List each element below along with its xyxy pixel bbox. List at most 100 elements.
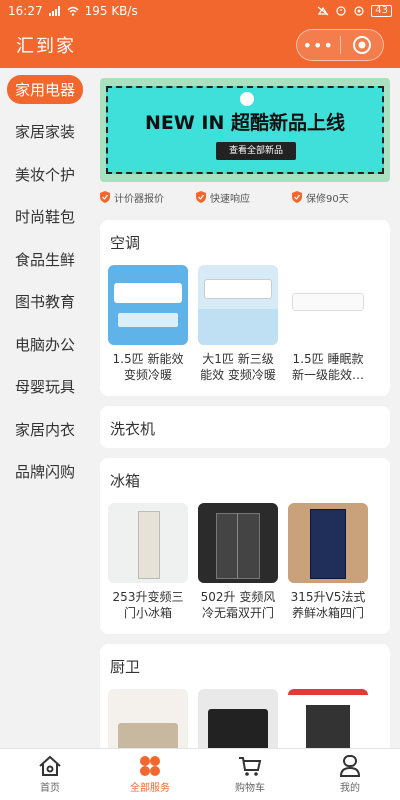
cart-icon — [239, 757, 262, 776]
sidebar-item-books[interactable]: 图书教育 — [0, 281, 90, 324]
sidebar-item-food[interactable]: 食品生鲜 — [0, 238, 90, 281]
category-title[interactable]: 空调 — [100, 220, 390, 265]
sidebar-item-baby-toys[interactable]: 母婴玩具 — [0, 366, 90, 409]
category-sidebar: 家用电器 家居家装 美妆个护 时尚鞋包 食品生鲜 图书教育 电脑办公 母婴玩具 … — [0, 68, 90, 748]
status-bar: 16:27 195 KB/s 43 — [0, 0, 400, 22]
sidebar-item-label: 美妆个护 — [14, 165, 75, 184]
tab-profile[interactable]: 我的 — [300, 749, 400, 800]
promise-item: 计价器报价 — [100, 190, 196, 205]
sidebar-item-appliances[interactable]: 家用电器 — [0, 68, 90, 111]
sidebar-item-flash-sale[interactable]: 品牌闪购 — [0, 451, 90, 494]
tab-label: 首页 — [40, 783, 60, 794]
tab-all-services[interactable]: 全部服务 — [100, 749, 200, 800]
tab-label: 我的 — [340, 783, 360, 794]
settings-icon — [354, 6, 364, 16]
alarm-icon — [336, 6, 346, 16]
app-title: 汇到家 — [16, 36, 76, 57]
sidebar-item-label: 时尚鞋包 — [14, 208, 75, 227]
shield-check-icon — [100, 191, 110, 203]
product-name: 大1匹 新三级能效 变频冷暖 — [200, 352, 276, 382]
tab-label: 购物车 — [235, 783, 265, 794]
category-card-air-conditioner: 空调 1.5匹 新能效 变频冷暖 大1匹 新三级能效 变频冷暖 1.5匹 睡眠款… — [100, 220, 390, 396]
product-name: 1.5匹 睡眠款 新一级能效… — [291, 352, 364, 382]
shield-check-icon — [196, 191, 206, 203]
product-image — [288, 503, 368, 583]
tab-cart[interactable]: 购物车 — [200, 749, 300, 800]
sidebar-item-underwear[interactable]: 家居内衣 — [0, 408, 90, 451]
title-bar: 汇到家 ••• — [0, 22, 400, 68]
sidebar-item-label: 品牌闪购 — [14, 463, 75, 482]
category-card-refrigerator: 冰箱 253升变频三门小冰箱 502升 变频风冷无霜双开门 315升V5法式养鲜… — [100, 458, 390, 634]
sidebar-item-fashion[interactable]: 时尚鞋包 — [0, 196, 90, 239]
close-target-icon — [352, 36, 371, 54]
category-title[interactable]: 洗衣机 — [100, 406, 390, 451]
service-promises: 计价器报价 快速响应 保修90天 — [100, 188, 390, 206]
sidebar-item-label: 母婴玩具 — [14, 378, 75, 397]
sidebar-item-label: 家居家装 — [14, 123, 75, 142]
sidebar-item-label: 家用电器 — [6, 74, 83, 104]
product-list: 253升变频三门小冰箱 502升 变频风冷无霜双开门 315升V5法式养鲜冰箱四… — [100, 503, 390, 621]
tab-home[interactable]: 首页 — [0, 749, 100, 800]
promise-label: 快速响应 — [210, 193, 250, 205]
network-speed: 195 KB/s — [84, 4, 138, 18]
promise-item: 快速响应 — [196, 190, 292, 205]
bottom-tab-bar: 首页 全部服务 购物车 我的 — [0, 748, 400, 800]
sidebar-item-label: 家居内衣 — [14, 420, 75, 439]
product-image — [108, 503, 188, 583]
product-item[interactable]: 502升 变频风冷无霜双开门 — [198, 503, 278, 621]
sidebar-item-label: 食品生鲜 — [14, 250, 75, 269]
category-card-kitchen-bath: 厨卫 — [100, 644, 390, 748]
product-item[interactable]: 1.5匹 睡眠款 新一级能效… — [288, 265, 368, 383]
promise-label: 保修90天 — [306, 193, 349, 205]
mini-program-capsule: ••• — [296, 29, 384, 61]
signal-icon — [48, 6, 60, 16]
promise-label: 计价器报价 — [114, 193, 164, 205]
banner-frame: NEW IN 超酷新品上线 查看全部新品 — [106, 86, 384, 174]
status-time: 16:27 — [8, 4, 43, 18]
product-image — [288, 265, 368, 345]
category-card-washing-machine: 洗衣机 — [100, 406, 390, 448]
product-image — [198, 265, 278, 345]
promo-banner[interactable]: NEW IN 超酷新品上线 查看全部新品 — [100, 78, 390, 182]
product-item[interactable] — [288, 689, 368, 748]
sidebar-item-beauty[interactable]: 美妆个护 — [0, 153, 90, 196]
services-grid-icon — [140, 756, 160, 776]
sidebar-item-computers[interactable]: 电脑办公 — [0, 323, 90, 366]
product-image — [198, 689, 278, 748]
product-item[interactable]: 大1匹 新三级能效 变频冷暖 — [198, 265, 278, 383]
more-menu-button[interactable]: ••• — [297, 36, 340, 55]
promise-item: 保修90天 — [292, 190, 388, 205]
category-title[interactable]: 厨卫 — [100, 644, 390, 689]
mute-icon — [317, 6, 329, 16]
lightbulb-icon — [240, 92, 254, 106]
home-icon — [39, 755, 61, 776]
main-content: NEW IN 超酷新品上线 查看全部新品 计价器报价 快速响应 保修90天 空调 — [90, 68, 400, 748]
product-image — [288, 689, 368, 748]
shield-check-icon — [292, 191, 302, 203]
close-button[interactable] — [341, 35, 384, 55]
product-name: 315升V5法式养鲜冰箱四门 — [290, 590, 366, 620]
product-list — [100, 689, 390, 748]
sidebar-item-label: 图书教育 — [14, 293, 75, 312]
wifi-icon — [67, 6, 79, 16]
product-image — [108, 689, 188, 748]
battery-indicator: 43 — [371, 5, 392, 17]
product-item[interactable]: 315升V5法式养鲜冰箱四门 — [288, 503, 368, 621]
product-list: 1.5匹 新能效 变频冷暖 大1匹 新三级能效 变频冷暖 1.5匹 睡眠款 新一… — [100, 265, 390, 383]
product-item[interactable]: 253升变频三门小冰箱 — [108, 503, 188, 621]
view-new-products-button[interactable]: 查看全部新品 — [216, 142, 296, 160]
product-item[interactable] — [108, 689, 188, 748]
product-name: 1.5匹 新能效 变频冷暖 — [112, 352, 184, 382]
tab-label: 全部服务 — [130, 783, 170, 794]
product-item[interactable] — [198, 689, 278, 748]
product-name: 502升 变频风冷无霜双开门 — [200, 590, 276, 620]
product-name: 253升变频三门小冰箱 — [112, 590, 184, 620]
product-image — [198, 503, 278, 583]
product-image — [108, 265, 188, 345]
user-icon — [339, 755, 361, 777]
banner-title: NEW IN 超酷新品上线 — [144, 112, 346, 134]
category-title[interactable]: 冰箱 — [100, 458, 390, 503]
sidebar-item-label: 电脑办公 — [14, 335, 75, 354]
product-item[interactable]: 1.5匹 新能效 变频冷暖 — [108, 265, 188, 383]
sidebar-item-home-decor[interactable]: 家居家装 — [0, 111, 90, 154]
